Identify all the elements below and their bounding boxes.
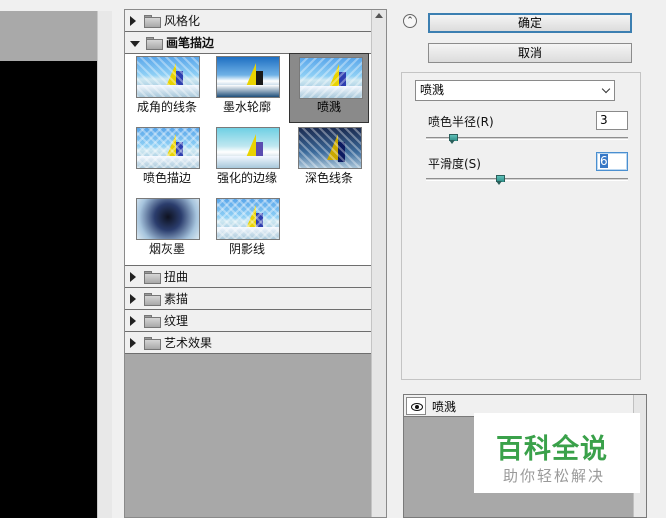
filter-preview-image — [298, 127, 362, 169]
filter-thumb-ink-outlines[interactable]: 墨水轮廓 — [207, 54, 287, 120]
filter-thumb-label: 阴影线 — [228, 242, 265, 256]
preview-canvas[interactable] — [0, 61, 97, 518]
filter-gallery: 风格化 画笔描边 成角的线条 墨水轮廓 喷溅 喷色描边 强化的边缘 深色线条 烟… — [124, 9, 387, 518]
filter-thumb-label: 喷溅 — [316, 100, 341, 114]
filter-thumb-accented-edges[interactable]: 成角的线条 — [127, 54, 207, 120]
filter-thumb-sumi-e[interactable]: 烟灰墨 — [127, 196, 207, 262]
watermark-tagline: 助你轻松解决 — [503, 467, 606, 485]
filter-preview-image — [299, 57, 363, 99]
gallery-scrollbar[interactable] — [371, 10, 386, 517]
filter-thumb-label: 墨水轮廓 — [222, 100, 271, 114]
filter-preview-image — [136, 56, 200, 98]
filter-preview-image — [216, 198, 280, 240]
smoothness-value: 6 — [600, 154, 608, 168]
filter-thumb-crosshatch[interactable]: 阴影线 — [207, 196, 287, 262]
category-stylize[interactable]: 风格化 — [125, 10, 372, 32]
expand-arrow-icon — [130, 337, 136, 348]
category-label: 素描 — [164, 292, 189, 306]
spray-radius-slider[interactable] — [426, 134, 628, 144]
preview-canvas-border — [0, 11, 97, 61]
preview-pane — [0, 0, 112, 518]
category-label: 艺术效果 — [164, 336, 213, 350]
filter-preview-image — [136, 198, 200, 240]
slider-thumb[interactable] — [449, 134, 459, 144]
filter-select[interactable]: 喷溅 — [415, 80, 615, 101]
folder-icon — [146, 37, 163, 50]
smoothness-input[interactable]: 6 — [596, 152, 628, 171]
preview-top-bar — [0, 0, 112, 11]
category-label: 画笔描边 — [166, 36, 215, 50]
double-chevron-up-icon: ⌃ — [406, 16, 414, 26]
effect-layer-name: 喷溅 — [432, 400, 457, 414]
folder-icon — [144, 271, 161, 284]
filter-thumb-label: 强化的边缘 — [216, 171, 277, 185]
expand-arrow-icon — [130, 15, 136, 26]
ok-button[interactable]: 确定 — [428, 13, 632, 33]
folder-icon — [144, 293, 161, 306]
cancel-button[interactable]: 取消 — [428, 43, 632, 63]
smoothness-label: 平滑度(S) — [428, 157, 481, 171]
watermark-logo: 百科全说 — [496, 434, 608, 465]
expand-arrow-icon — [130, 293, 136, 304]
filter-preview-image — [216, 56, 280, 98]
smoothness-slider[interactable] — [426, 175, 628, 185]
spray-radius-input[interactable]: 3 — [596, 111, 628, 130]
category-artistic[interactable]: 艺术效果 — [125, 332, 372, 354]
folder-icon — [144, 15, 161, 28]
category-label: 扭曲 — [164, 270, 189, 284]
filter-thumb-label: 喷色描边 — [142, 171, 191, 185]
folder-icon — [144, 315, 161, 328]
filter-preview-image — [216, 127, 280, 169]
filter-category-list: 风格化 画笔描边 成角的线条 墨水轮廓 喷溅 喷色描边 强化的边缘 深色线条 烟… — [125, 10, 372, 354]
brush-strokes-thumbnails: 成角的线条 墨水轮廓 喷溅 喷色描边 强化的边缘 深色线条 烟灰墨 阴影线 — [125, 53, 372, 266]
category-sketch[interactable]: 素描 — [125, 288, 372, 310]
expand-arrow-icon — [130, 315, 136, 326]
category-distort[interactable]: 扭曲 — [125, 266, 372, 288]
preview-scrollbar[interactable] — [97, 11, 112, 518]
scroll-up-icon[interactable] — [375, 13, 383, 18]
filter-thumb-dark-strokes[interactable]: 深色线条 — [289, 125, 369, 191]
filter-thumb-label: 烟灰墨 — [148, 242, 185, 256]
collapse-arrow-icon — [130, 40, 140, 47]
filter-preview-image — [136, 127, 200, 169]
collapse-gallery-button[interactable]: ⌃ — [403, 14, 417, 28]
filter-thumb-spatter[interactable]: 喷溅 — [289, 53, 369, 123]
filter-thumb-accented-edges-strong[interactable]: 强化的边缘 — [207, 125, 287, 191]
category-label: 纹理 — [164, 314, 189, 328]
slider-thumb[interactable] — [495, 175, 505, 185]
category-texture[interactable]: 纹理 — [125, 310, 372, 332]
filter-thumb-label: 深色线条 — [304, 171, 353, 185]
spray-radius-value: 3 — [600, 113, 608, 127]
expand-arrow-icon — [130, 271, 136, 282]
chevron-down-icon — [601, 84, 611, 94]
folder-icon — [144, 337, 161, 350]
filter-select-value: 喷溅 — [420, 83, 445, 97]
filter-thumb-label: 成角的线条 — [136, 100, 197, 114]
spray-radius-label: 喷色半径(R) — [428, 115, 494, 129]
category-label: 风格化 — [164, 14, 201, 28]
category-brush-strokes[interactable]: 画笔描边 — [125, 32, 372, 54]
filter-thumb-sprayed-strokes[interactable]: 喷色描边 — [127, 125, 207, 191]
watermark: 百科全说 助你轻松解决 — [474, 413, 640, 493]
eye-icon[interactable] — [406, 397, 426, 415]
